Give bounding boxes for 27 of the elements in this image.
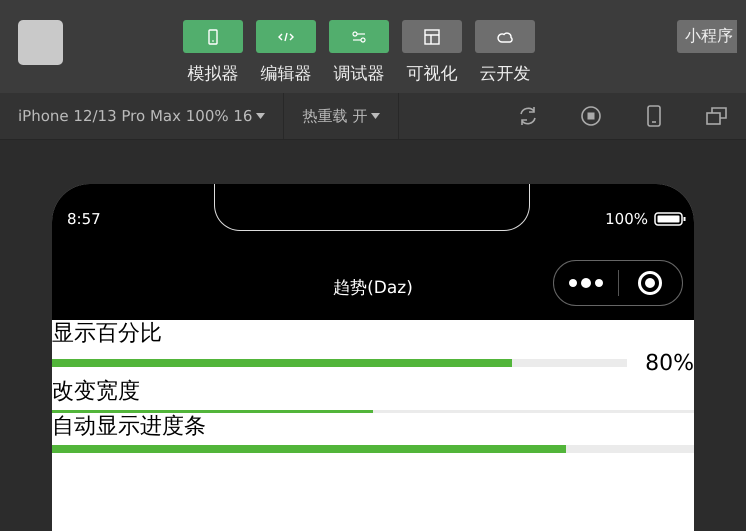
more-icon[interactable] xyxy=(568,277,604,289)
tool-label[interactable]: 云开发 xyxy=(480,62,530,85)
tool-label[interactable]: 编辑器 xyxy=(260,62,312,85)
caret-icon xyxy=(256,113,266,119)
mini-program-button[interactable]: 小程序 xyxy=(677,20,737,53)
progress-label: 自动显示进度条 xyxy=(52,413,207,441)
hot-reload-dropdown[interactable]: 热重载 开 xyxy=(284,93,400,139)
tool-label[interactable]: 模拟器 xyxy=(188,62,238,85)
caret-icon xyxy=(371,113,380,119)
battery-icon xyxy=(654,212,686,226)
stop-icon[interactable] xyxy=(580,105,602,127)
page-title: 趋势(Daz) xyxy=(332,277,414,299)
tool-button[interactable] xyxy=(402,20,462,53)
progress-label: 显示百分比 xyxy=(52,320,163,348)
close-icon[interactable] xyxy=(637,270,664,296)
status-time: 8:57 xyxy=(67,210,101,228)
progress-label: 改变宽度 xyxy=(52,378,141,406)
windows-icon[interactable] xyxy=(706,105,728,127)
progress-percent: 80% xyxy=(645,350,694,376)
layout-icon xyxy=(423,28,441,46)
tool-button[interactable] xyxy=(475,20,535,53)
device-dropdown[interactable]: iPhone 12/13 Pro Max 100% 16 xyxy=(0,93,284,139)
refresh-icon[interactable] xyxy=(517,105,539,127)
battery-percent: 100% xyxy=(605,210,648,228)
tool-button[interactable] xyxy=(183,20,243,53)
tool-label[interactable]: 可视化 xyxy=(406,62,458,85)
tool-label[interactable]: 调试器 xyxy=(334,62,384,85)
